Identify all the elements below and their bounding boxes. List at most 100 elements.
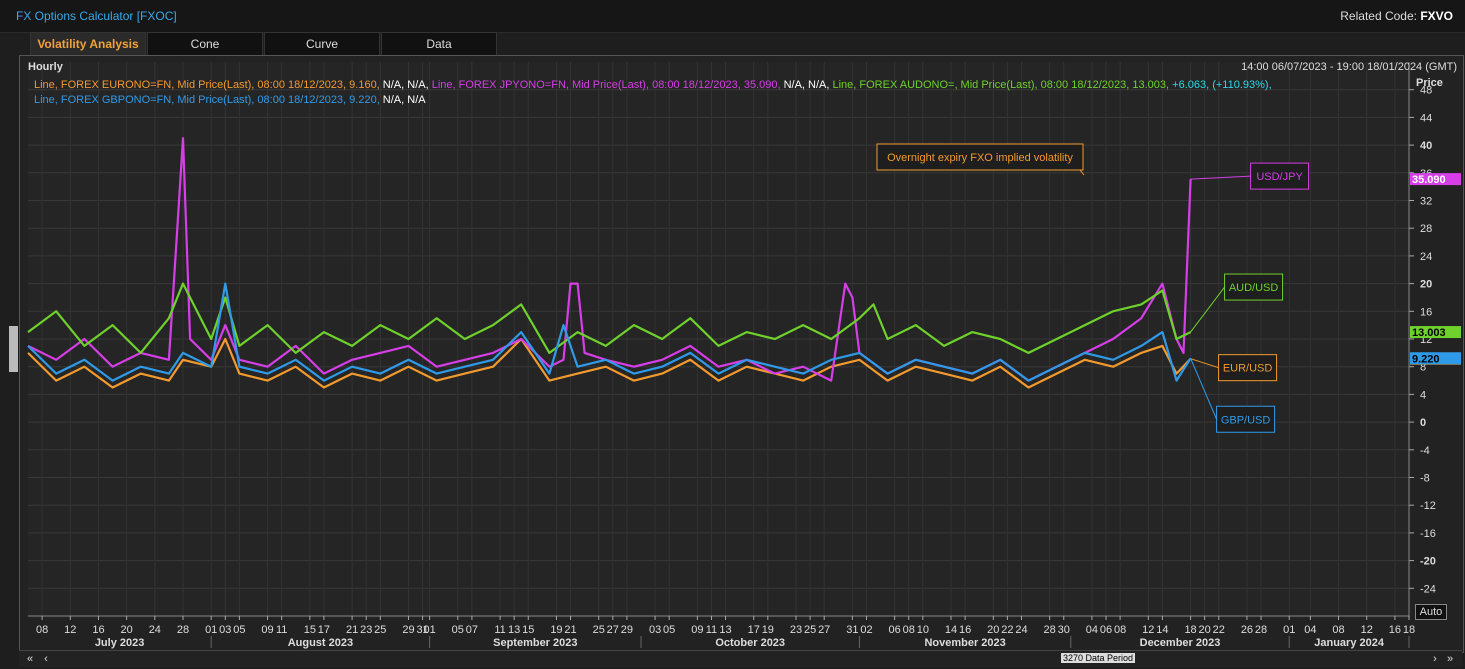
x-tick-label: 24: [1015, 624, 1027, 636]
data-period-label: 3270 Data Period: [1061, 653, 1136, 663]
month-label: August 2023: [288, 637, 353, 649]
legend-segment: Line, FOREX JPYONO=FN, Mid Price(Last), …: [428, 79, 781, 91]
callout-leader: [1190, 175, 1251, 180]
month-label: October 2023: [715, 637, 785, 649]
interval-label[interactable]: Hourly: [28, 61, 63, 73]
legend-segment: Line, FOREX EURONO=FN, Mid Price(Last), …: [34, 79, 380, 91]
month-label: November 2023: [924, 637, 1005, 649]
x-tick-label: 17: [748, 624, 760, 636]
x-tick-label: 11: [706, 624, 717, 636]
x-tick-label: 21: [346, 624, 358, 636]
x-tick-label: 19: [762, 624, 774, 636]
x-tick-label: 21: [564, 624, 576, 636]
x-tick-label: 28: [1044, 624, 1056, 636]
x-tick-label: 29: [402, 624, 414, 636]
x-tick-label: 04: [1086, 624, 1098, 636]
x-tick-label: 14: [945, 624, 957, 636]
legend-segment: +6.063, (+110.93%),: [1169, 79, 1272, 91]
y-tick-label: -24: [1420, 583, 1436, 595]
x-tick-label: 28: [1255, 624, 1267, 636]
y-tick-label: 20: [1420, 279, 1432, 291]
x-tick-label: 31: [846, 624, 858, 636]
scroll-left-icon[interactable]: ‹: [39, 652, 53, 666]
legend-segment: N/A, N/A,: [780, 79, 830, 91]
x-tick-label: 22: [1001, 624, 1013, 636]
x-tick-label: 16: [92, 624, 104, 636]
x-tick-label: 15: [522, 624, 534, 636]
x-tick-label: 14: [1156, 624, 1168, 636]
month-label: September 2023: [493, 637, 577, 649]
x-tick-label: 03: [649, 624, 661, 636]
annotation-text: Overnight expiry FXO implied volatility: [887, 152, 1073, 164]
callout-label: EUR/USD: [1223, 363, 1273, 375]
x-tick-label: 20: [987, 624, 999, 636]
scroll-end-icon[interactable]: »: [1443, 652, 1457, 666]
callout-label: USD/JPY: [1256, 171, 1303, 183]
legend-segment: Line, FOREX GBPONO=FN, Mid Price(Last), …: [34, 94, 380, 106]
x-tick-label: 08: [36, 624, 48, 636]
x-tick-label: 25: [593, 624, 605, 636]
x-tick-label: 08: [903, 624, 915, 636]
x-tick-label: 29: [621, 624, 633, 636]
x-tick-label: 08: [1332, 624, 1344, 636]
y-tick-label: -20: [1420, 556, 1436, 568]
x-tick-label: 30: [1058, 624, 1070, 636]
y-tick-label: 24: [1420, 251, 1432, 263]
month-label: December 2023: [1140, 637, 1221, 649]
x-tick-label: 26: [1241, 624, 1253, 636]
y-tick-label: 32: [1420, 196, 1432, 208]
auto-scale-button[interactable]: Auto: [1415, 604, 1447, 620]
y-tick-label: 0: [1420, 417, 1426, 429]
x-tick-label: 16: [959, 624, 971, 636]
x-tick-label: 01: [423, 624, 435, 636]
x-tick-label: 28: [177, 624, 189, 636]
x-tick-label: 22: [1213, 624, 1225, 636]
x-tick-label: 24: [149, 624, 161, 636]
callout-leader: [1190, 358, 1218, 420]
x-tick-label: 27: [607, 624, 619, 636]
x-tick-label: 20: [1199, 624, 1211, 636]
x-tick-label: 13: [508, 624, 520, 636]
date-range-label: 14:00 06/07/2023 - 19:00 18/01/2024 (GMT…: [1241, 61, 1457, 73]
fx-options-calculator-window: FX Options Calculator [FXOC] Related Cod…: [0, 0, 1465, 669]
callout-eur-usd: EUR/USD: [1190, 354, 1278, 382]
callout-label: GBP/USD: [1221, 414, 1271, 426]
y-tick-label: -16: [1420, 528, 1436, 540]
y-tick-label: -4: [1420, 445, 1430, 457]
scroll-start-icon[interactable]: «: [23, 652, 37, 666]
last-value-label: 9.220: [1412, 353, 1440, 365]
x-tick-label: 03: [219, 624, 231, 636]
y-tick-label: 16: [1420, 306, 1432, 318]
x-tick-label: 09: [691, 624, 703, 636]
x-tick-label: 23: [360, 624, 372, 636]
chart-legend: Line, FOREX EURONO=FN, Mid Price(Last), …: [34, 78, 1404, 108]
time-scrollbar[interactable]: « ‹ 3270 Data Period › »: [19, 650, 1462, 667]
scroll-right-icon[interactable]: ›: [1428, 652, 1442, 666]
x-tick-label: 05: [452, 624, 464, 636]
y-tick-label: 4: [1420, 389, 1426, 401]
x-tick-label: 15: [304, 624, 316, 636]
x-tick-label: 17: [318, 624, 330, 636]
x-tick-label: 04: [1304, 624, 1316, 636]
x-tick-label: 01: [1283, 624, 1295, 636]
legend-segment: N/A, N/A,: [379, 79, 429, 91]
x-tick-label: 18: [1403, 624, 1415, 636]
y-tick-label: -8: [1420, 473, 1430, 485]
x-tick-label: 16: [1389, 624, 1401, 636]
last-value-label: 35.090: [1412, 174, 1446, 186]
x-tick-label: 11: [494, 624, 505, 636]
x-tick-label: 25: [804, 624, 816, 636]
annotation-callout: Overnight expiry FXO implied volatility: [876, 143, 1085, 176]
x-tick-label: 27: [818, 624, 830, 636]
x-tick-label: 19: [550, 624, 562, 636]
callout-label: AUD/USD: [1229, 282, 1279, 294]
x-tick-label: 20: [121, 624, 133, 636]
x-tick-label: 06: [889, 624, 901, 636]
series-line-gbp-usd: [27, 282, 1192, 382]
x-tick-label: 02: [860, 624, 872, 636]
month-label: July 2023: [95, 637, 145, 649]
y-tick-label: 28: [1420, 223, 1432, 235]
x-tick-label: 13: [719, 624, 731, 636]
x-tick-label: 06: [1100, 624, 1112, 636]
callout-leader: [1190, 286, 1225, 333]
